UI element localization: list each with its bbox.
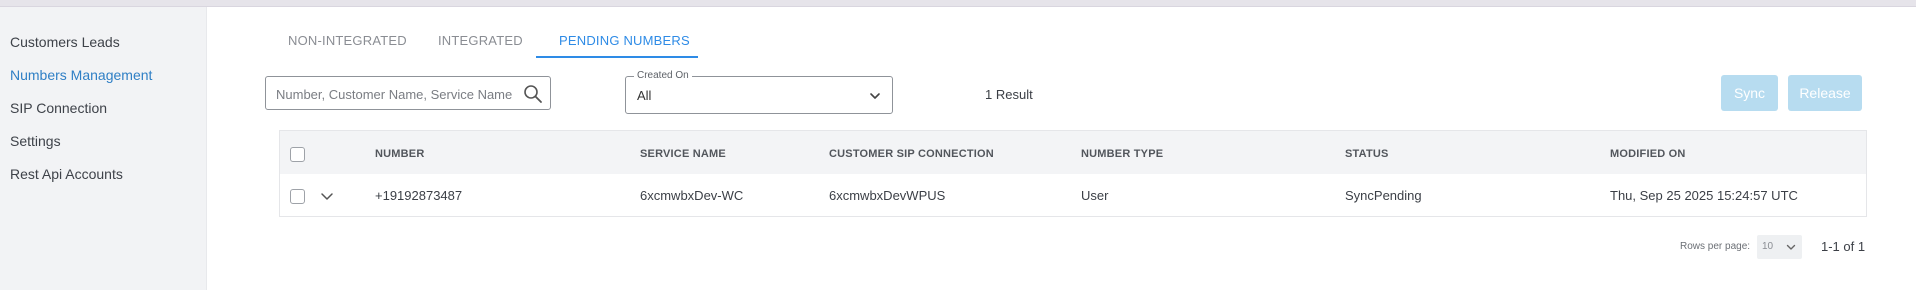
pagination-range: 1-1 of 1 [1821, 239, 1866, 254]
cell-service-name: 6xcmwbxDev-WC [640, 188, 744, 203]
select-all-checkbox[interactable] [290, 147, 305, 162]
search-input[interactable] [274, 77, 518, 111]
column-header-service-name[interactable]: SERVICE NAME [640, 148, 726, 160]
column-header-status[interactable]: STATUS [1345, 148, 1389, 160]
created-on-label: Created On [634, 70, 692, 81]
top-bar [0, 0, 1916, 7]
sidebar-item-customers-leads[interactable]: Customers Leads [10, 34, 120, 50]
release-button[interactable]: Release [1788, 75, 1862, 111]
cell-number-type: User [1081, 188, 1109, 203]
created-on-select[interactable]: Created On All [625, 70, 893, 114]
cell-status: SyncPending [1345, 188, 1422, 203]
sync-button[interactable]: Sync [1721, 75, 1778, 111]
cell-number: +19192873487 [375, 188, 463, 203]
cell-modified-on: Thu, Sep 25 2025 15:24:57 UTC [1610, 188, 1798, 203]
column-header-modified-on[interactable]: MODIFIED ON [1610, 148, 1686, 160]
tab-non-integrated[interactable]: NON-INTEGRATED [288, 33, 407, 48]
rows-per-page-label: Rows per page: [1680, 241, 1751, 252]
sidebar-item-sip-connection[interactable]: SIP Connection [10, 100, 107, 116]
column-header-customer-sip-connection[interactable]: CUSTOMER SIP CONNECTION [829, 148, 994, 160]
tab-integrated[interactable]: INTEGRATED [438, 33, 523, 48]
rows-per-page-value: 10 [1762, 241, 1774, 252]
table-row[interactable]: +19192873487 6xcmwbxDev-WC 6xcmwbxDevWPU… [280, 174, 1866, 217]
sidebar-item-rest-api-accounts[interactable]: Rest Api Accounts [10, 166, 123, 182]
cell-customer-sip-connection: 6xcmwbxDevWPUS [829, 188, 946, 203]
chevron-down-icon [870, 93, 880, 99]
chevron-down-icon [1786, 244, 1796, 250]
expand-row-chevron-icon[interactable] [320, 189, 334, 203]
table-header: NUMBER SERVICE NAME CUSTOMER SIP CONNECT… [280, 131, 1866, 174]
sidebar: Customers Leads Numbers Management SIP C… [0, 7, 207, 290]
active-tab-indicator [536, 56, 698, 58]
row-checkbox[interactable] [290, 189, 305, 204]
column-header-number[interactable]: NUMBER [375, 148, 424, 160]
results-count: 1 Result [985, 87, 1033, 102]
search-icon[interactable] [522, 83, 544, 105]
column-header-number-type[interactable]: NUMBER TYPE [1081, 148, 1163, 160]
sidebar-item-settings[interactable]: Settings [10, 133, 61, 149]
tab-pending-numbers[interactable]: PENDING NUMBERS [559, 33, 690, 48]
created-on-value: All [637, 88, 652, 103]
search-box [265, 76, 551, 111]
sidebar-item-numbers-management[interactable]: Numbers Management [10, 67, 152, 83]
numbers-table: NUMBER SERVICE NAME CUSTOMER SIP CONNECT… [279, 130, 1867, 217]
rows-per-page-select[interactable]: 10 [1757, 235, 1802, 259]
